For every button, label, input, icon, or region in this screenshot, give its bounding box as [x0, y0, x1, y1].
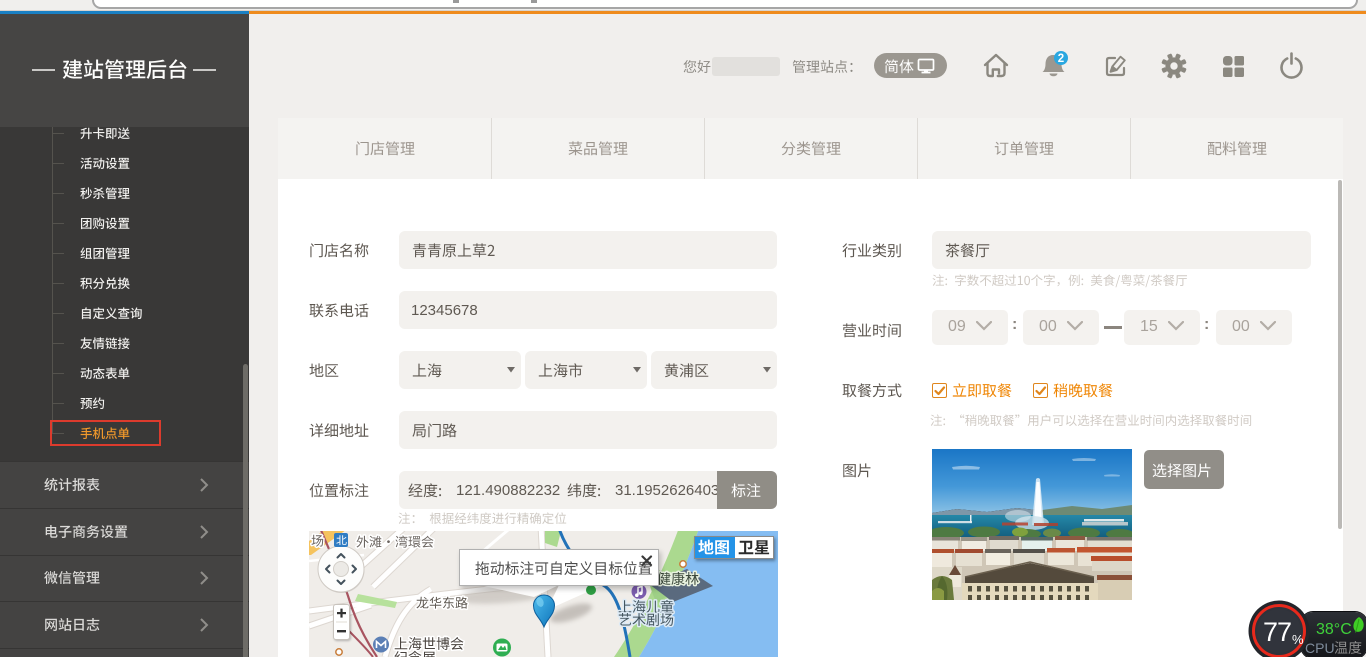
svg-text:2: 2 — [1058, 53, 1064, 65]
